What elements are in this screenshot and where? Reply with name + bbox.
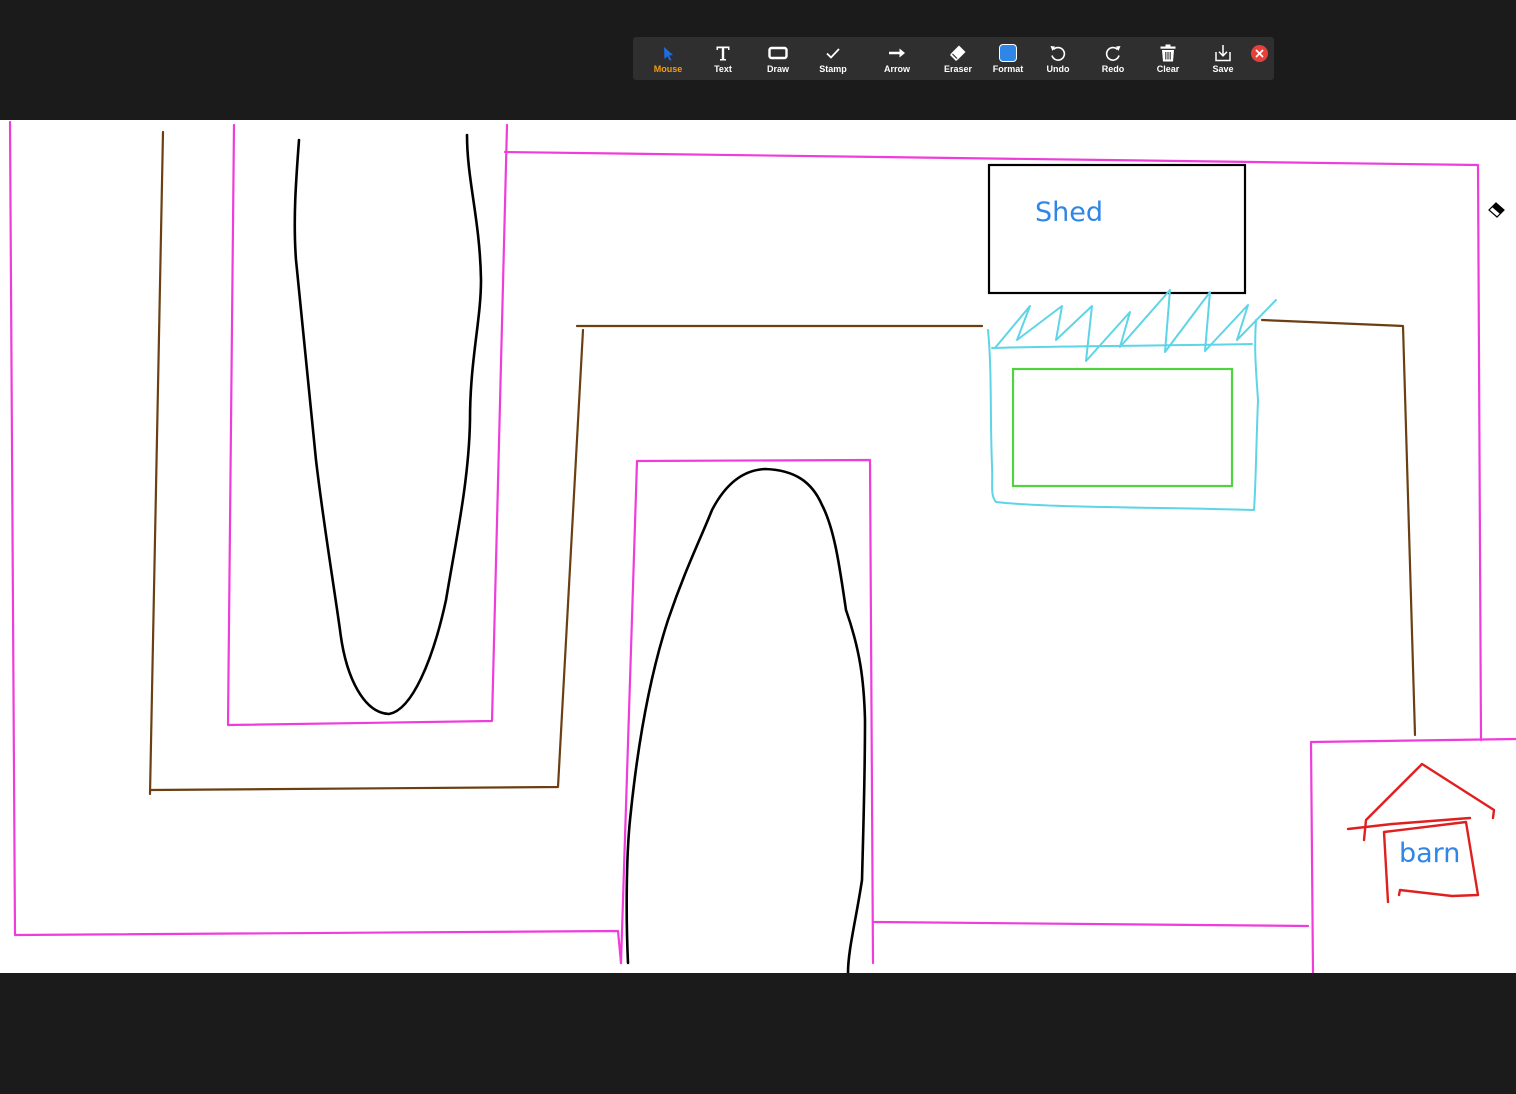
text-icon xyxy=(716,46,730,61)
black-upper-blob xyxy=(293,133,483,716)
barn-label: barn xyxy=(1399,838,1460,869)
magenta-upper-u-outline xyxy=(226,123,509,727)
tool-format[interactable]: Format xyxy=(983,37,1033,80)
tool-save[interactable]: Save xyxy=(1198,37,1248,80)
tool-label: Clear xyxy=(1156,64,1180,74)
annotation-toolbar: Mouse Text Draw Stamp Arrow Eraser Forma… xyxy=(633,37,1274,80)
black-ink-group xyxy=(293,133,867,973)
tool-stamp[interactable]: Stamp xyxy=(808,37,858,80)
eraser-icon xyxy=(950,45,966,61)
redo-icon xyxy=(1105,46,1121,61)
whiteboard-canvas[interactable]: Shed barn xyxy=(0,120,1516,973)
magenta-top-right-boundary xyxy=(503,150,1483,742)
brown-path-group xyxy=(148,130,1417,796)
trash-icon xyxy=(1160,44,1176,62)
arrow-right-icon xyxy=(889,48,905,58)
magenta-outline-group xyxy=(8,120,1516,973)
tool-label: Save xyxy=(1212,64,1234,74)
tool-label: Format xyxy=(992,64,1024,74)
tool-label: Mouse xyxy=(653,64,683,74)
tool-label: Stamp xyxy=(819,64,847,74)
tool-label: Draw xyxy=(766,64,789,74)
tool-arrow[interactable]: Arrow xyxy=(872,37,922,80)
rectangle-icon xyxy=(768,46,788,60)
tool-label: Text xyxy=(714,64,732,74)
cursor-arrow-icon xyxy=(664,47,673,61)
shed-rectangle xyxy=(987,163,1247,295)
checkmark-icon xyxy=(826,48,840,59)
magenta-lower-inverted-u-outline xyxy=(619,458,875,965)
tool-undo[interactable]: Undo xyxy=(1033,37,1083,80)
color-swatch-icon xyxy=(999,44,1017,62)
close-button[interactable] xyxy=(1251,45,1268,62)
barn-drawing-group xyxy=(1346,762,1496,904)
tool-label: Arrow xyxy=(883,64,910,74)
brown-left-path xyxy=(148,130,585,796)
tool-clear[interactable]: Clear xyxy=(1143,37,1193,80)
green-rectangle xyxy=(1011,367,1234,488)
magenta-bottom-connector xyxy=(871,920,1310,928)
cyan-hatching xyxy=(994,289,1277,362)
tool-label: Eraser xyxy=(943,64,973,74)
tool-text[interactable]: Text xyxy=(698,37,748,80)
tool-label: Undo xyxy=(1046,64,1070,74)
tool-label: Redo xyxy=(1101,64,1125,74)
eraser-cursor-icon xyxy=(1488,202,1505,218)
cyan-area-outline xyxy=(987,319,1259,511)
black-lower-blob xyxy=(625,467,867,973)
brown-right-path xyxy=(1260,318,1417,737)
save-download-icon xyxy=(1215,45,1231,62)
close-icon xyxy=(1255,49,1264,58)
tool-redo[interactable]: Redo xyxy=(1088,37,1138,80)
shed-label: Shed xyxy=(1035,197,1103,228)
tool-draw[interactable]: Draw xyxy=(753,37,803,80)
undo-icon xyxy=(1050,46,1066,61)
tool-mouse[interactable]: Mouse xyxy=(643,37,693,80)
tool-eraser[interactable]: Eraser xyxy=(933,37,983,80)
drawing-layer: Shed barn xyxy=(8,120,1516,973)
magenta-outer-boundary xyxy=(8,120,623,965)
